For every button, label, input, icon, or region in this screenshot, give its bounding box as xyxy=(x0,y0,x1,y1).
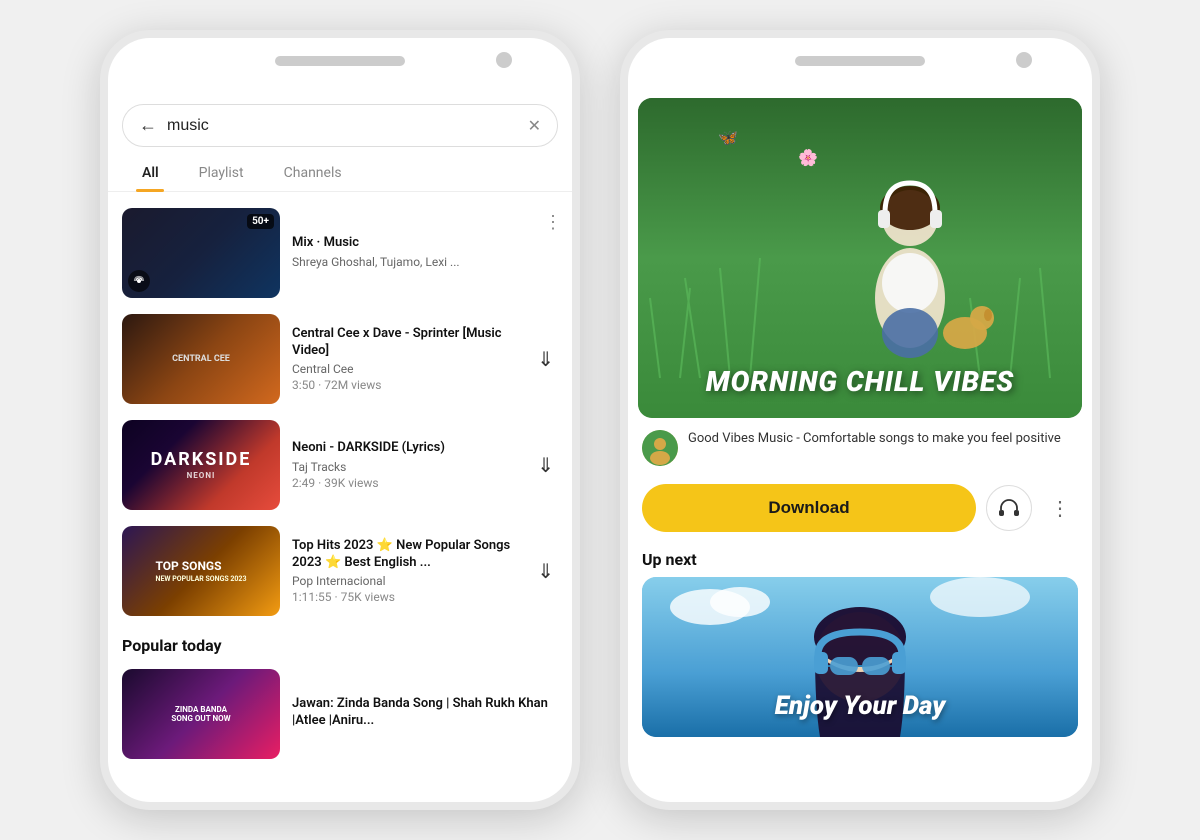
badge-50plus: 50+ xyxy=(247,214,274,229)
hero-title: Morning Chill Vibes xyxy=(706,365,1014,398)
video-meta-tophits: 1:11:55 · 75K views xyxy=(292,590,521,604)
video-meta-darkside: 2:49 · 39K views xyxy=(292,476,521,490)
video-channel-mix: Shreya Ghoshal, Tujamo, Lexi ... xyxy=(292,255,558,269)
thumbnail-mix: 50+ xyxy=(122,208,280,298)
video-title-mix: Mix · Music xyxy=(292,235,558,252)
video-channel-tophits: Pop Internacional xyxy=(292,574,521,588)
right-phone: 🦋 🌸 Morning Chill Vibes Good Vibes Music… xyxy=(620,30,1100,810)
video-channel-central: Central Cee xyxy=(292,362,521,376)
video-title-central: Central Cee x Dave - Sprinter [Music Vid… xyxy=(292,326,521,360)
more-options-button[interactable]: ⋮ xyxy=(1042,490,1078,526)
video-meta-central: 3:50 · 72M views xyxy=(292,378,521,392)
thumbnail-darkside: DARKSIDE NEONI xyxy=(122,420,280,510)
video-info-central: Central Cee x Dave - Sprinter [Music Vid… xyxy=(292,326,521,393)
tab-all[interactable]: All xyxy=(122,157,179,191)
video-item-central: CENTRAL CEE Central Cee x Dave - Sprinte… xyxy=(108,306,572,412)
enjoy-text: Enjoy Your Day xyxy=(775,691,946,721)
channel-row: Good Vibes Music - Comfortable songs to … xyxy=(628,418,1092,478)
up-next-thumbnail[interactable]: Enjoy Your Day xyxy=(642,577,1078,737)
thumb-central-label: CENTRAL CEE xyxy=(168,350,234,368)
thumbnail-zinda: ZINDA BANDASONG OUT NOW xyxy=(122,669,280,759)
video-title-zinda: Jawan: Zinda Banda Song | Shah Rukh Khan… xyxy=(292,696,558,730)
channel-avatar xyxy=(642,430,678,466)
video-info-darkside: Neoni - DARKSIDE (Lyrics) Taj Tracks 2:4… xyxy=(292,440,521,490)
tabs-bar: All Playlist Channels xyxy=(108,157,572,192)
hero-background: 🦋 🌸 Morning Chill Vibes xyxy=(638,98,1082,418)
more-icon-mix[interactable]: ⋮ xyxy=(544,212,562,233)
search-input[interactable] xyxy=(167,117,518,135)
download-icon-darkside[interactable]: ⇓ xyxy=(533,449,558,481)
video-title-tophits: Top Hits 2023 ⭐ New Popular Songs 2023 ⭐… xyxy=(292,538,521,572)
thumbnail-tophits: TOP SONGS NEW POPULAR SONGS 2023 xyxy=(122,526,280,616)
back-arrow-icon[interactable]: ← xyxy=(139,115,157,136)
popular-today-title: Popular today xyxy=(108,624,572,661)
video-info-zinda: Jawan: Zinda Banda Song | Shah Rukh Khan… xyxy=(292,696,558,733)
headphone-button[interactable] xyxy=(986,485,1032,531)
zinda-label: ZINDA BANDASONG OUT NOW xyxy=(167,701,234,727)
left-phone: ← ✕ All Playlist Channels 50+ xyxy=(100,30,580,810)
video-channel-darkside: Taj Tracks xyxy=(292,460,521,474)
next-thumb-background: Enjoy Your Day xyxy=(642,577,1078,737)
tab-playlist[interactable]: Playlist xyxy=(179,157,264,191)
clear-icon[interactable]: ✕ xyxy=(528,116,541,135)
thumbnail-central: CENTRAL CEE xyxy=(122,314,280,404)
video-item-zinda: ZINDA BANDASONG OUT NOW Jawan: Zinda Ban… xyxy=(108,661,572,767)
hero-image: 🦋 🌸 Morning Chill Vibes xyxy=(638,98,1082,418)
video-title-darkside: Neoni - DARKSIDE (Lyrics) xyxy=(292,440,521,457)
download-icon-tophits[interactable]: ⇓ xyxy=(533,555,558,587)
darkside-label: DARKSIDE NEONI xyxy=(151,450,252,481)
download-button[interactable]: Download xyxy=(642,484,976,532)
butterfly-1: 🦋 xyxy=(718,128,738,147)
video-info-tophits: Top Hits 2023 ⭐ New Popular Songs 2023 ⭐… xyxy=(292,538,521,605)
channel-description: Good Vibes Music - Comfortable songs to … xyxy=(688,430,1078,448)
radio-icon xyxy=(128,270,150,292)
video-info-mix: Mix · Music Shreya Ghoshal, Tujamo, Lexi… xyxy=(292,235,558,271)
video-item-mix: 50+ Mix · Music Shreya Ghoshal, Tujamo, … xyxy=(108,200,572,306)
video-list: 50+ Mix · Music Shreya Ghoshal, Tujamo, … xyxy=(108,200,572,802)
video-item-tophits: TOP SONGS NEW POPULAR SONGS 2023 Top Hit… xyxy=(108,518,572,624)
download-icon-central[interactable]: ⇓ xyxy=(533,343,558,375)
butterfly-2: 🌸 xyxy=(798,148,818,167)
video-item-darkside: DARKSIDE NEONI Neoni - DARKSIDE (Lyrics)… xyxy=(108,412,572,518)
search-bar[interactable]: ← ✕ xyxy=(122,104,558,147)
action-row: Download ⋮ xyxy=(628,478,1092,542)
up-next-label: Up next xyxy=(628,542,1092,577)
tab-channels[interactable]: Channels xyxy=(264,157,362,191)
topsongs-label: TOP SONGS NEW POPULAR SONGS 2023 xyxy=(152,554,251,588)
